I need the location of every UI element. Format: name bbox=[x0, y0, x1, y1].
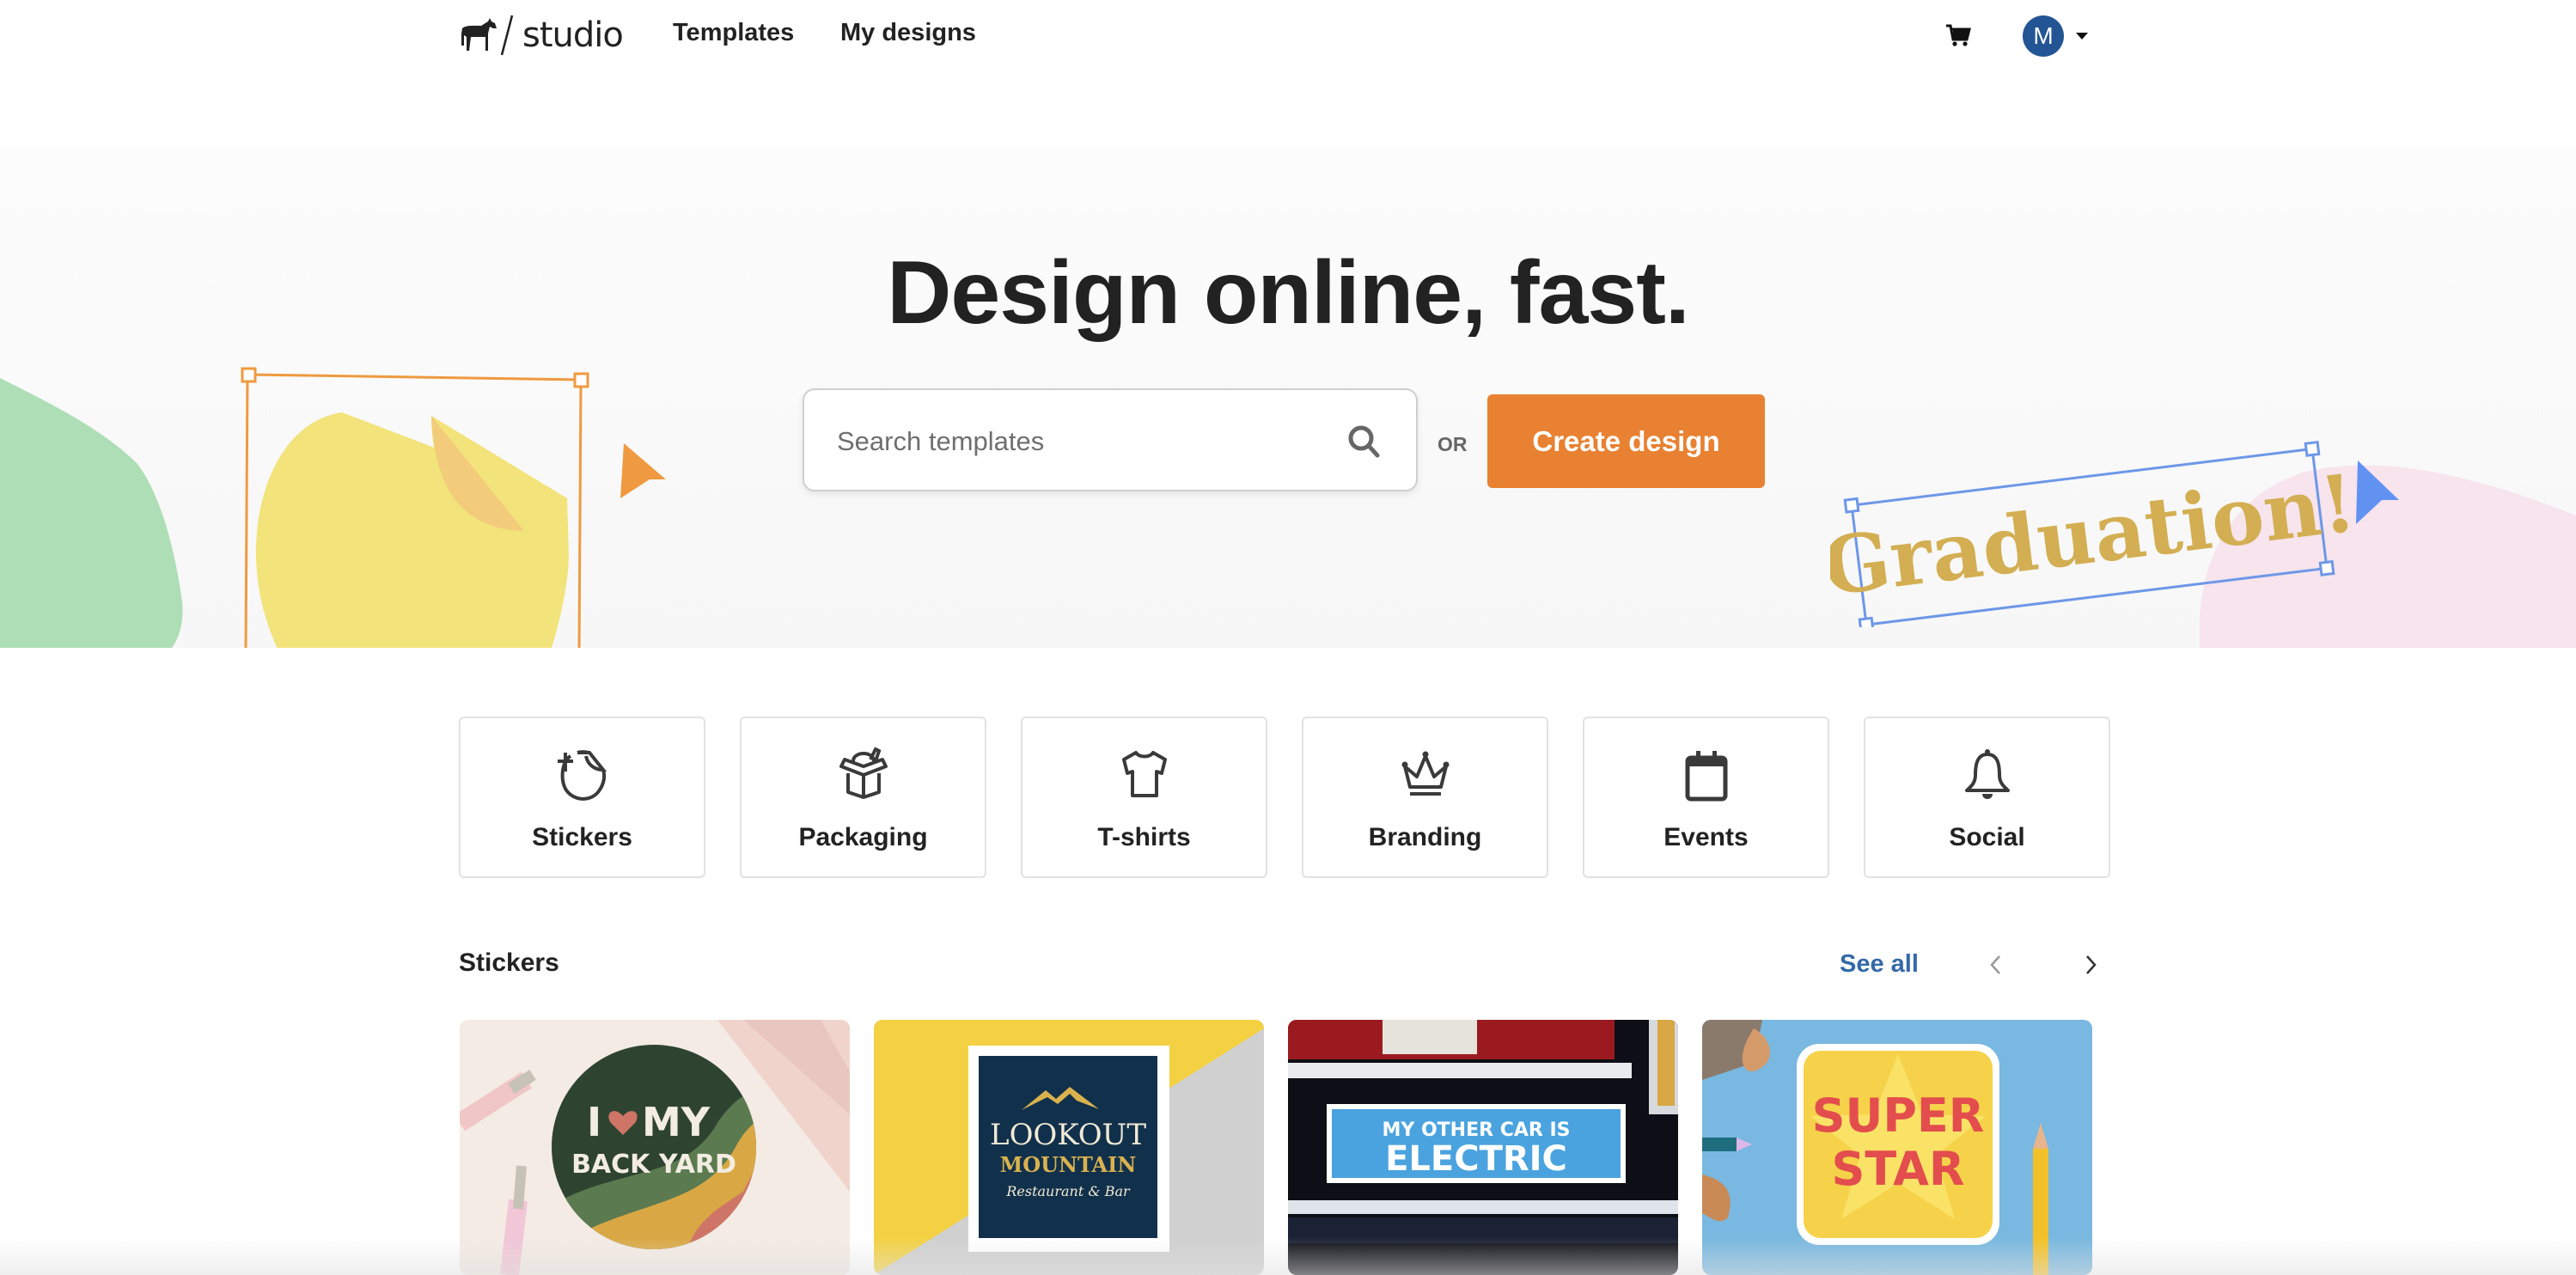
sticker-text-i: I bbox=[587, 1099, 601, 1145]
top-navigation: studio Templates My designs M bbox=[0, 0, 2576, 74]
sticker-text-restaurant: Restaurant & Bar bbox=[1005, 1183, 1131, 1199]
template-thumbnail: MY OTHER CAR IS ELECTRIC bbox=[1288, 1020, 1678, 1275]
sticker-text-star: STAR bbox=[1832, 1142, 1965, 1196]
category-label: Events bbox=[1663, 823, 1749, 851]
search-icon[interactable] bbox=[1346, 423, 1383, 461]
category-t-shirts[interactable]: T-shirts bbox=[1021, 717, 1267, 878]
user-avatar[interactable]: M bbox=[2023, 15, 2064, 57]
category-stickers[interactable]: Stickers bbox=[459, 717, 705, 878]
category-events[interactable]: Events bbox=[1583, 717, 1829, 878]
category-label: Branding bbox=[1368, 823, 1482, 851]
sticker-text-backyard: BACK YARD bbox=[571, 1150, 736, 1180]
sticker-text-super: SUPER bbox=[1812, 1089, 1985, 1143]
calendar-icon bbox=[1685, 751, 1727, 802]
sticker-text-lookout: LOOKOUT bbox=[990, 1118, 1146, 1152]
category-social[interactable]: Social bbox=[1864, 717, 2110, 878]
hero-title: Design online, fast. bbox=[887, 243, 1689, 343]
category-label: Social bbox=[1949, 823, 2025, 851]
sticker-icon bbox=[557, 750, 607, 801]
bell-icon bbox=[1964, 749, 2010, 799]
template-card[interactable]: I MY BACK YARD bbox=[460, 1020, 850, 1275]
nav-templates[interactable]: Templates bbox=[673, 19, 794, 47]
category-label: Packaging bbox=[798, 823, 928, 851]
logo-text: studio bbox=[522, 15, 624, 55]
cart-icon[interactable] bbox=[1945, 22, 1971, 48]
chevron-right-icon[interactable] bbox=[2078, 950, 2103, 979]
horse-icon bbox=[461, 18, 497, 51]
template-thumbnail: LOOKOUT MOUNTAIN Restaurant & Bar bbox=[874, 1020, 1264, 1275]
category-label: T-shirts bbox=[1097, 823, 1191, 851]
category-label: Stickers bbox=[532, 823, 632, 851]
category-branding[interactable]: Branding bbox=[1302, 717, 1548, 878]
tshirt-icon bbox=[1121, 751, 1167, 797]
or-label: OR bbox=[1438, 433, 1468, 455]
template-card[interactable]: MY OTHER CAR IS ELECTRIC bbox=[1288, 1020, 1678, 1275]
graduation-text: Graduation! bbox=[1830, 456, 2360, 613]
avatar-initial: M bbox=[2033, 22, 2054, 49]
template-thumbnail: SUPER STAR bbox=[1702, 1020, 2092, 1275]
crown-icon bbox=[1401, 751, 1449, 796]
search-input[interactable] bbox=[837, 416, 1318, 467]
search-box bbox=[803, 388, 1418, 491]
sticker-text-my: MY bbox=[642, 1099, 711, 1145]
nav-my-designs[interactable]: My designs bbox=[840, 19, 976, 47]
see-all-link[interactable]: See all bbox=[1840, 950, 1919, 979]
hero-banner: Graduation! Design online, fast. OR Crea… bbox=[0, 146, 2576, 648]
sticker-text-mountain: MOUNTAIN bbox=[1000, 1152, 1137, 1177]
template-thumbnail: I MY BACK YARD bbox=[460, 1020, 850, 1275]
logo-slash bbox=[500, 15, 514, 56]
category-packaging[interactable]: Packaging bbox=[740, 717, 986, 878]
sticker-text-electric: ELECTRIC bbox=[1385, 1139, 1567, 1179]
chevron-left-icon[interactable] bbox=[1983, 950, 2009, 979]
graduation-text-decoration: Graduation! bbox=[1830, 440, 2399, 627]
template-card[interactable]: SUPER STAR bbox=[1702, 1020, 2092, 1275]
studio-logo[interactable]: studio bbox=[459, 14, 624, 57]
green-blob-decoration bbox=[0, 378, 183, 648]
section-title: Stickers bbox=[459, 949, 559, 977]
account-menu-caret-icon[interactable] bbox=[2076, 33, 2088, 40]
sticker-selection-decoration bbox=[241, 367, 666, 648]
template-card[interactable]: LOOKOUT MOUNTAIN Restaurant & Bar bbox=[874, 1020, 1264, 1275]
create-design-button[interactable]: Create design bbox=[1487, 394, 1765, 488]
sticker-text-my-other-car: MY OTHER CAR IS bbox=[1382, 1119, 1570, 1141]
box-icon bbox=[839, 747, 888, 799]
